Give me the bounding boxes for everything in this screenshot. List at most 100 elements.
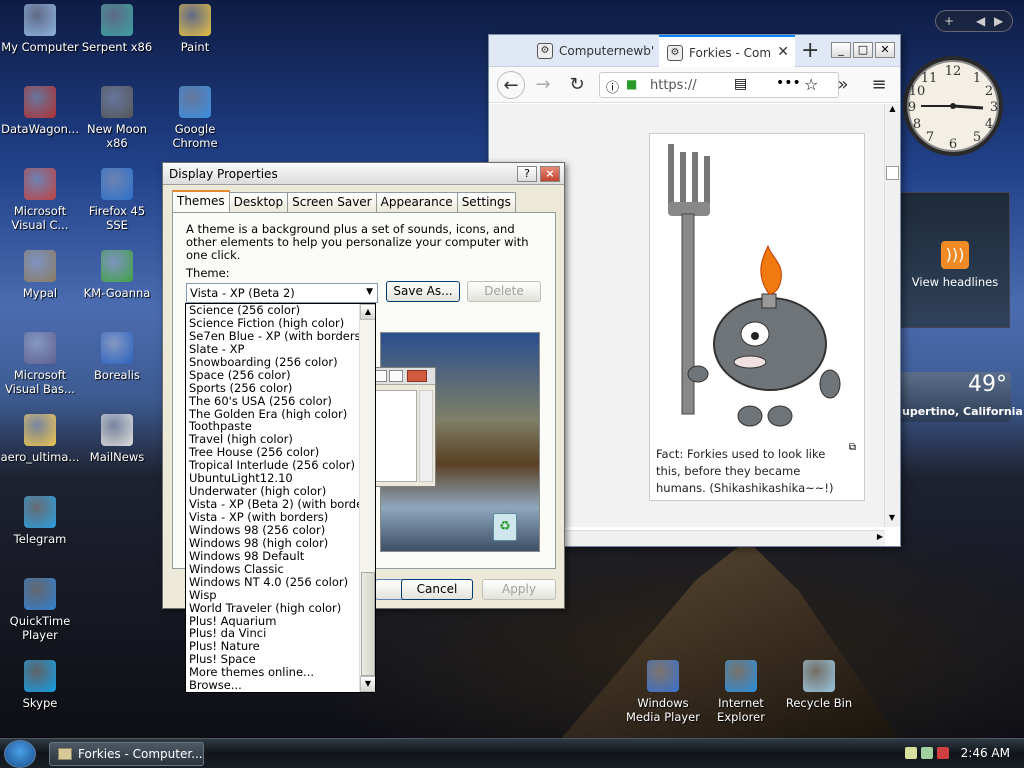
theme-option[interactable]: Wisp	[186, 589, 359, 602]
scroll-right-icon[interactable]: ▶	[877, 532, 883, 541]
close-tab-icon[interactable]: ✕	[777, 44, 789, 60]
page-vertical-scrollbar[interactable]: ▲ ▼	[884, 104, 900, 527]
tab-appearance[interactable]: Appearance	[375, 192, 458, 212]
bookmark-star-icon[interactable]: ☆	[804, 75, 818, 94]
desktop-icon-km-goanna[interactable]: KM-Goanna	[77, 250, 157, 300]
previous-icon[interactable]: ◀	[976, 11, 985, 31]
theme-select[interactable]: Vista - XP (Beta 2) ▼	[186, 283, 378, 303]
forward-icon[interactable]: →	[529, 71, 557, 99]
scroll-down-icon[interactable]: ▼	[885, 513, 899, 527]
scroll-thumb[interactable]	[886, 166, 899, 180]
desktop-icon-mypal[interactable]: Mypal	[0, 250, 80, 300]
rss-headlines-label[interactable]: View headlines	[901, 275, 1009, 289]
scroll-thumb[interactable]	[361, 572, 375, 676]
desktop-icon-skype[interactable]: Skype	[0, 660, 80, 710]
desktop-icon-chrome[interactable]: Google Chrome	[155, 86, 235, 150]
desktop-icon-folder[interactable]: aero_ultima...	[0, 414, 80, 464]
theme-dropdown-list[interactable]: Science (256 color) Science Fiction (high…	[185, 303, 376, 693]
desktop-icon-visual-c[interactable]: Microsoft Visual C...	[0, 168, 80, 232]
theme-option[interactable]: Plus! Space	[186, 653, 359, 666]
back-icon[interactable]: ←	[497, 71, 525, 99]
theme-option[interactable]: The 60's USA (256 color)	[186, 395, 359, 408]
scroll-up-icon[interactable]: ▲	[360, 304, 375, 320]
theme-option[interactable]: Windows NT 4.0 (256 color)	[186, 576, 359, 589]
volume-icon[interactable]	[921, 747, 933, 759]
chevron-down-icon[interactable]: ▼	[366, 287, 373, 297]
browser-tab-computernewb[interactable]: ⚙ Computernewb'	[529, 35, 655, 67]
desktop-icon-paint[interactable]: Paint	[155, 4, 235, 54]
taskbar-item-forkies[interactable]: Forkies - Computer...	[49, 742, 204, 766]
page-actions-icon[interactable]: •••	[776, 75, 801, 91]
theme-option[interactable]: Toothpaste	[186, 420, 359, 433]
theme-option[interactable]: Travel (high color)	[186, 433, 359, 446]
reload-icon[interactable]: ↻	[563, 71, 591, 99]
theme-option[interactable]: Tropical Interlude (256 color)	[186, 459, 359, 472]
theme-option[interactable]: Windows Classic	[186, 563, 359, 576]
new-tab-button[interactable]: +	[801, 38, 819, 63]
theme-option[interactable]: Browse...	[186, 679, 359, 692]
desktop-icon-borealis[interactable]: Borealis	[77, 332, 157, 382]
scroll-down-icon[interactable]: ▼	[360, 676, 375, 692]
desktop-icon-serpent[interactable]: Serpent x86	[77, 4, 157, 54]
close-button[interactable]: ✕	[875, 42, 895, 58]
theme-option[interactable]: Vista - XP (Beta 2) (with borders)	[186, 498, 359, 511]
theme-option[interactable]: UbuntuLight12.10	[186, 472, 359, 485]
theme-option[interactable]: Snowboarding (256 color)	[186, 356, 359, 369]
overflow-icon[interactable]: »	[829, 71, 857, 99]
rss-gadget[interactable]: ))) View headlines	[900, 192, 1010, 328]
network-icon[interactable]	[905, 747, 917, 759]
theme-option[interactable]: Underwater (high color)	[186, 485, 359, 498]
desktop-icon-quicktime[interactable]: QuickTime Player	[0, 578, 80, 642]
clock-time[interactable]: 2:46 AM	[961, 746, 1010, 760]
theme-option[interactable]: Windows 98 Default	[186, 550, 359, 563]
reader-view-icon[interactable]: ▤	[734, 76, 747, 92]
theme-option[interactable]: Tree House (256 color)	[186, 446, 359, 459]
theme-option[interactable]: Plus! da Vinci	[186, 627, 359, 640]
sidebar-controls[interactable]: + ◀ ▶	[935, 10, 1013, 32]
page-horizontal-scrollbar[interactable]: ▶	[566, 530, 885, 546]
dialog-close-button[interactable]: ×	[540, 166, 560, 182]
theme-option[interactable]: Sports (256 color)	[186, 382, 359, 395]
security-icon[interactable]	[937, 747, 949, 759]
theme-option[interactable]: Plus! Nature	[186, 640, 359, 653]
theme-option[interactable]: Se7en Blue - XP (with borders)	[186, 330, 359, 343]
cancel-button[interactable]: Cancel	[401, 579, 473, 600]
theme-option[interactable]: More themes online...	[186, 666, 359, 679]
url-text[interactable]: https://	[650, 78, 697, 93]
theme-option[interactable]: Science Fiction (high color)	[186, 317, 359, 330]
delete-button[interactable]: Delete	[467, 281, 541, 302]
desktop-icon-media-player[interactable]: Windows Media Player	[623, 660, 703, 724]
next-icon[interactable]: ▶	[994, 11, 1003, 31]
theme-option[interactable]: Plus! Aquarium	[186, 615, 359, 628]
tab-desktop[interactable]: Desktop	[228, 192, 289, 212]
apply-button[interactable]: Apply	[482, 579, 556, 600]
desktop-icon-visual-basic[interactable]: Microsoft Visual Bas...	[0, 332, 80, 396]
desktop-icon-internet-explorer[interactable]: Internet Explorer	[701, 660, 781, 724]
scroll-up-icon[interactable]: ▲	[885, 104, 900, 118]
desktop-icon-telegram[interactable]: Telegram	[0, 496, 80, 546]
desktop-icon-recycle-bin[interactable]: Recycle Bin	[779, 660, 859, 710]
add-gadget-icon[interactable]: +	[944, 11, 954, 31]
theme-option[interactable]: Science (256 color)	[186, 304, 359, 317]
theme-option[interactable]: Space (256 color)	[186, 369, 359, 382]
browser-tab-forkies[interactable]: ⚙ Forkies - Com ✕	[659, 35, 795, 67]
desktop-icon-computer[interactable]: My Computer	[0, 4, 80, 54]
dialog-title-bar[interactable]: Display Properties ? ×	[163, 163, 564, 185]
minimize-button[interactable]: _	[831, 42, 851, 58]
theme-option[interactable]: Windows 98 (high color)	[186, 537, 359, 550]
save-as-button[interactable]: Save As...	[386, 281, 460, 302]
theme-option[interactable]: World Traveler (high color)	[186, 602, 359, 615]
dropdown-scrollbar[interactable]: ▲ ▼	[359, 304, 375, 692]
clock-gadget[interactable]: 12 1 2 345 678 9 10 11	[897, 48, 1009, 172]
theme-option[interactable]: Slate - XP	[186, 343, 359, 356]
desktop-icon-firefox[interactable]: Firefox 45 SSE	[77, 168, 157, 232]
desktop-icon-mail[interactable]: MailNews	[77, 414, 157, 464]
theme-option[interactable]: Vista - XP (with borders)	[186, 511, 359, 524]
tab-settings[interactable]: Settings	[456, 192, 516, 212]
url-bar[interactable]: ⓘ ■ https:// ▤ ••• ☆	[599, 72, 839, 98]
info-icon[interactable]: ⓘ	[606, 77, 619, 96]
start-button[interactable]	[4, 740, 36, 768]
help-button[interactable]: ?	[517, 166, 537, 182]
maximize-button[interactable]: □	[853, 42, 873, 58]
desktop-icon-new-moon[interactable]: New Moon x86	[77, 86, 157, 150]
